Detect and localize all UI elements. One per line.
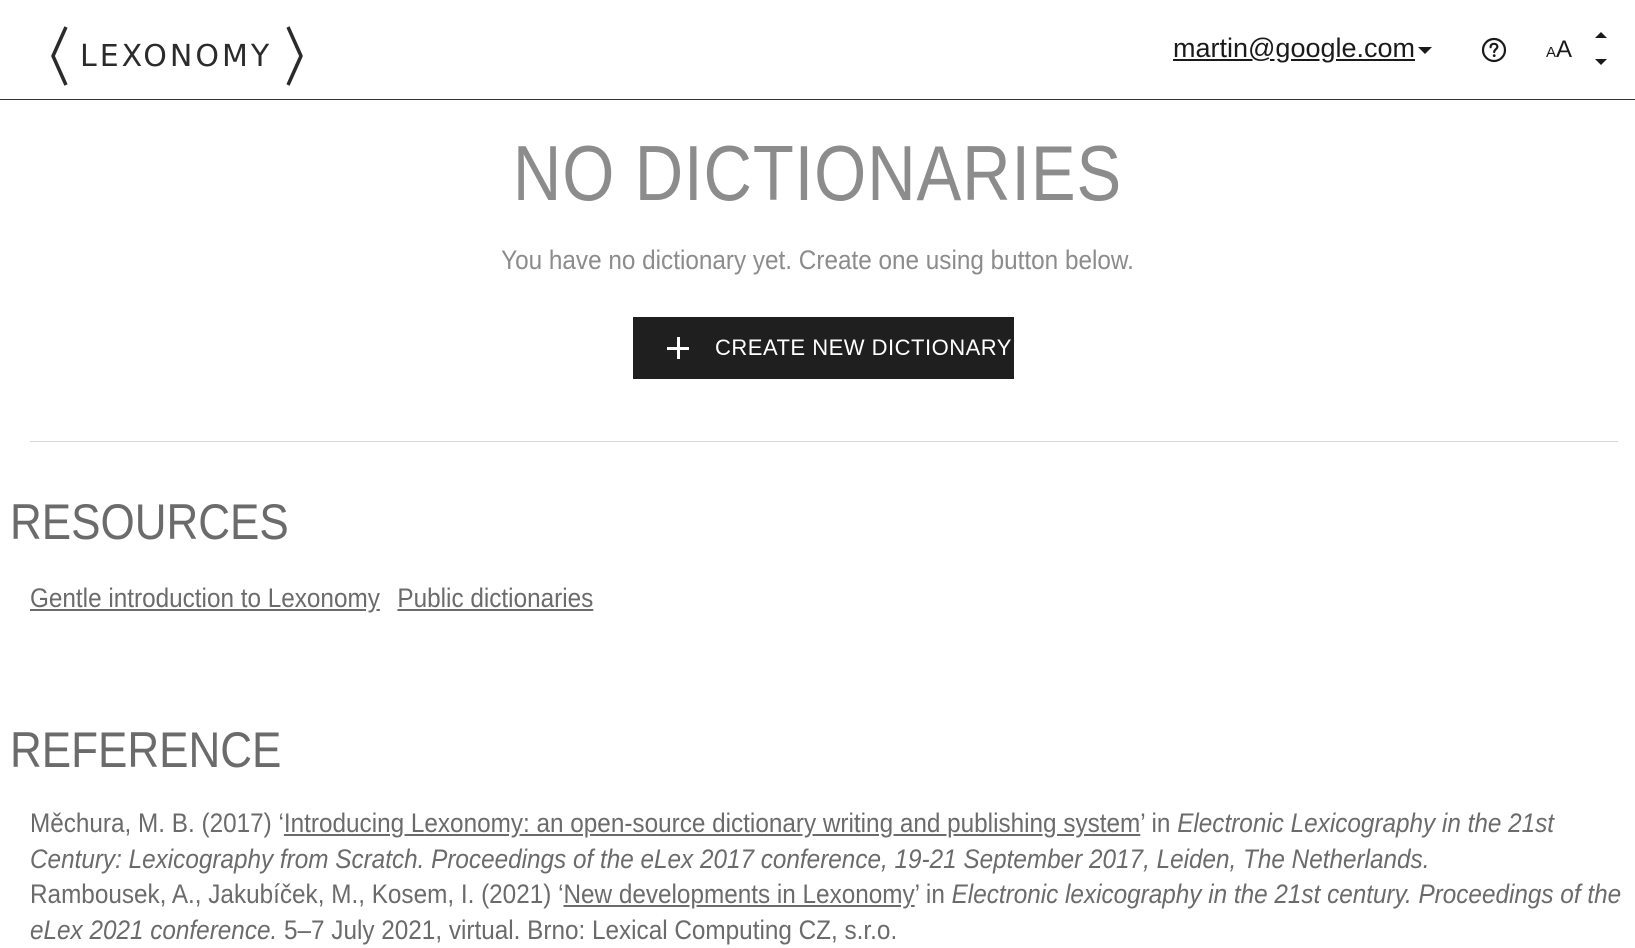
- reference-mid: ’ in: [914, 879, 952, 909]
- caret-down-icon[interactable]: [1418, 47, 1432, 54]
- empty-state-title: NO DICTIONARIES: [512, 129, 1123, 217]
- public-dictionaries-link[interactable]: Public dictionaries: [397, 583, 593, 613]
- empty-state-subtitle: You have no dictionary yet. Create one u…: [501, 245, 1134, 275]
- reference-authors: Rambousek, A., Jakubíček, M., Kosem, I. …: [30, 879, 564, 909]
- logo-text: LEXONOMY: [80, 38, 273, 74]
- resources-links: Gentle introduction to Lexonomy Public d…: [30, 583, 604, 614]
- create-dictionary-label: CREATE NEW DICTIONARY: [715, 335, 1012, 360]
- intro-link[interactable]: Gentle introduction to Lexonomy: [30, 583, 380, 613]
- reference-tail: 5–7 July 2021, virtual. Brno: Lexical Co…: [277, 914, 898, 945]
- font-size-big-label: A: [1556, 36, 1573, 63]
- logo-bracket-right-icon: [286, 26, 303, 86]
- reference-item: Měchura, M. B. (2017) ‘Introducing Lexon…: [30, 806, 1630, 877]
- reference-authors: Měchura, M. B. (2017) ‘: [30, 808, 284, 838]
- logo-bracket-left-icon: [51, 26, 68, 86]
- reference-link[interactable]: New developments in Lexonomy: [563, 879, 914, 909]
- help-circle-icon[interactable]: [1481, 37, 1507, 63]
- reference-item: Rambousek, A., Jakubíček, M., Kosem, I. …: [30, 877, 1630, 948]
- arrow-up-icon[interactable]: [1595, 32, 1607, 38]
- arrow-down-icon[interactable]: [1595, 59, 1607, 65]
- font-size-toggle[interactable]: AA: [1546, 36, 1572, 64]
- user-email-link[interactable]: martin@google.com: [1173, 33, 1415, 64]
- font-size-stepper[interactable]: [1593, 30, 1609, 70]
- reference-list: Měchura, M. B. (2017) ‘Introducing Lexon…: [30, 806, 1630, 948]
- lexonomy-logo[interactable]: LEXONOMY: [50, 24, 304, 88]
- plus-icon: [667, 337, 689, 359]
- section-divider: [30, 441, 1618, 442]
- resources-heading: RESOURCES: [10, 494, 289, 550]
- reference-mid: ’ in: [1140, 808, 1178, 838]
- reference-link[interactable]: Introducing Lexonomy: an open-source dic…: [284, 808, 1140, 838]
- app-header: LEXONOMY martin@google.com AA: [0, 0, 1635, 100]
- font-size-small-label: A: [1546, 44, 1557, 61]
- create-dictionary-button[interactable]: CREATE NEW DICTIONARY: [633, 317, 1014, 379]
- reference-heading: REFERENCE: [10, 722, 282, 778]
